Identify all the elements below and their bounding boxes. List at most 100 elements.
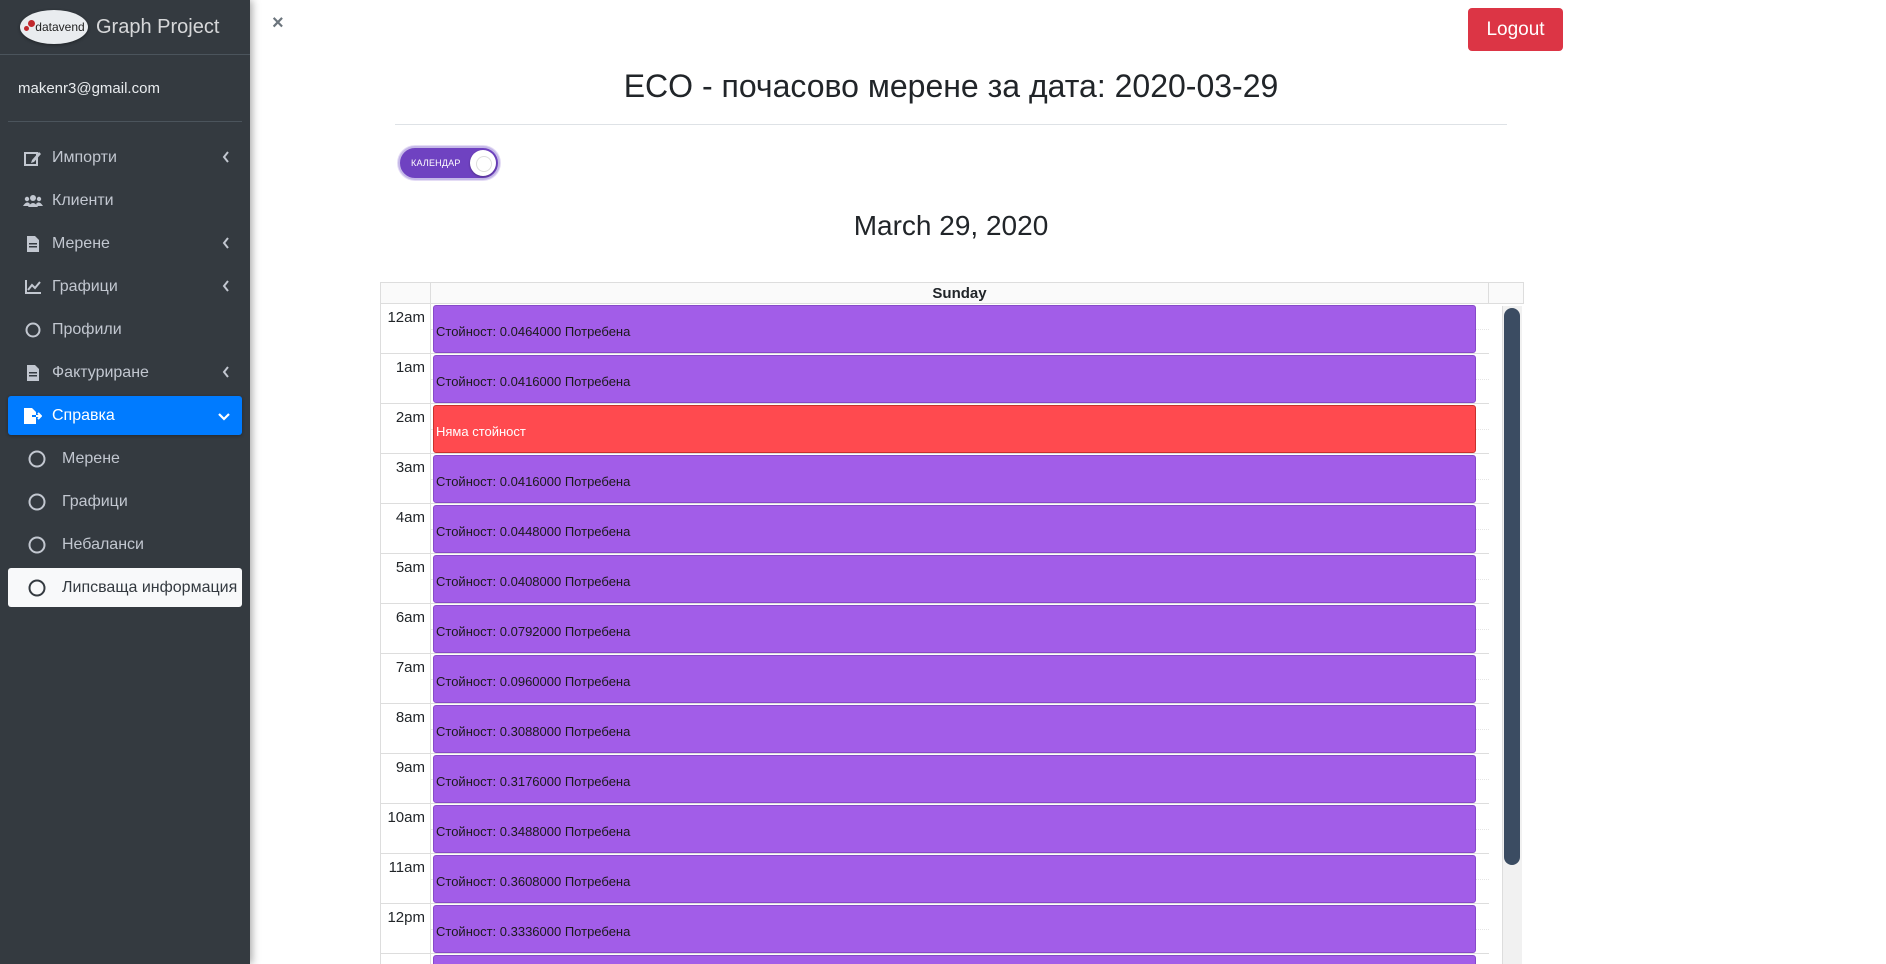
file-icon <box>22 364 44 381</box>
time-label: 2am <box>381 404 431 454</box>
line-chart-icon <box>22 279 44 294</box>
circle-icon <box>22 322 44 338</box>
time-axis-header <box>381 283 431 303</box>
sidebar-item-label: Мерене <box>52 234 110 252</box>
circle-icon <box>26 450 48 468</box>
time-slot: 1am Стойност: 0.0416000 Потребена <box>381 354 1489 404</box>
time-label: 11am <box>381 854 431 904</box>
calendar-header: Sunday <box>380 282 1524 304</box>
sidebar-subitem-missing-info[interactable]: Липсваща информация <box>8 568 242 607</box>
chevron-left-icon <box>222 279 230 297</box>
measurement-event[interactable]: Стойност: 0.0416000 Потребена <box>433 455 1476 503</box>
sidebar-subitem-label: Небаланси <box>62 535 144 553</box>
page-title: ECO - почасово мерене за дата: 2020-03-2… <box>623 68 1279 104</box>
time-label: 5am <box>381 554 431 604</box>
logo-dot <box>28 20 35 27</box>
calendar-date-heading: March 29, 2020 <box>853 210 1049 241</box>
sidebar-item-charts[interactable]: Графици <box>8 267 242 306</box>
time-slot: 12am Стойност: 0.0464000 Потребена <box>381 304 1489 354</box>
time-label: 12am <box>381 304 431 354</box>
sidebar: datavend Graph Project makenr3@gmail.com… <box>0 0 250 964</box>
sidebar-subitem-measurement[interactable]: Мерене <box>8 439 242 478</box>
time-slot: 2am Няма стойност <box>381 404 1489 454</box>
sidebar-item-measurement[interactable]: Мерене <box>8 224 242 263</box>
calendar-view-toggle[interactable]: КАЛЕНДАР <box>398 146 500 180</box>
chevron-left-icon <box>222 365 230 383</box>
measurement-event[interactable]: Стойност: 0.0792000 Потребена <box>433 605 1476 653</box>
sidebar-item-label: Справка <box>52 406 115 424</box>
file-icon <box>22 235 44 252</box>
time-label: 6am <box>381 604 431 654</box>
brand[interactable]: datavend Graph Project <box>0 0 250 55</box>
sidebar-item-imports[interactable]: Импорти <box>8 138 242 177</box>
measurement-event[interactable]: Стойност: 0.0448000 Потребена <box>433 505 1476 553</box>
scrollbar-thumb[interactable] <box>1504 308 1520 865</box>
sidebar-item-invoicing[interactable]: Фактуриране <box>8 353 242 392</box>
brand-title: Graph Project <box>96 15 220 38</box>
user-email[interactable]: makenr3@gmail.com <box>8 55 242 122</box>
sidebar-item-report[interactable]: Справка <box>8 396 242 435</box>
calendar-body[interactable]: 12am Стойност: 0.0464000 Потребена 1am Стой… <box>380 304 1524 964</box>
measurement-event[interactable]: Стойност: 0.0960000 Потребена <box>433 655 1476 703</box>
time-slot: 11am Стойност: 0.3608000 Потребена <box>381 854 1489 904</box>
measurement-event[interactable]: Стойност: 0.3488000 Потребена <box>433 805 1476 853</box>
sidebar-item-label: Профили <box>52 320 122 338</box>
time-label: 7am <box>381 654 431 704</box>
edit-icon <box>22 150 44 166</box>
time-slot: 3am Стойност: 0.0416000 Потребена <box>381 454 1489 504</box>
measurement-event[interactable]: Стойност: 0.3176000 Потребена <box>433 755 1476 803</box>
circle-icon <box>26 579 48 597</box>
time-slot: 8am Стойност: 0.3088000 Потребена <box>381 704 1489 754</box>
time-label: 1am <box>381 354 431 404</box>
sidebar-nav: Импорти Клиенти Мерене Графици Профили Ф… <box>0 138 250 607</box>
time-slot: 6am Стойност: 0.0792000 Потребена <box>381 604 1489 654</box>
time-slot: 4am Стойност: 0.0448000 Потребена <box>381 504 1489 554</box>
sidebar-item-clients[interactable]: Клиенти <box>8 181 242 220</box>
measurement-event[interactable]: Стойност: 0.3608000 Потребена <box>433 855 1476 903</box>
time-label: 9am <box>381 754 431 804</box>
sidebar-subitem-label: Мерене <box>62 449 120 467</box>
brand-logo: datavend <box>20 10 88 44</box>
close-icon[interactable]: × <box>272 12 284 35</box>
time-slot: 10am Стойност: 0.3488000 Потребена <box>381 804 1489 854</box>
chevron-left-icon <box>222 150 230 168</box>
sidebar-item-label: Клиенти <box>52 191 114 209</box>
sidebar-subitem-label: Липсваща информация <box>62 578 238 596</box>
circle-icon <box>26 536 48 554</box>
title-divider <box>395 124 1507 125</box>
time-slot: 7am Стойност: 0.0960000 Потребена <box>381 654 1489 704</box>
time-slot: 5am Стойност: 0.0408000 Потребена <box>381 554 1489 604</box>
measurement-event[interactable]: Стойност: 0.3336000 Потребена <box>433 905 1476 953</box>
sidebar-item-profiles[interactable]: Профили <box>8 310 242 349</box>
measurement-event[interactable]: Стойност: 0.0416000 Потребена <box>433 355 1476 403</box>
measurement-event[interactable]: Стойност: 0.0464000 Потребена <box>433 305 1476 353</box>
sidebar-item-label: Фактуриране <box>52 363 149 381</box>
time-label: 8am <box>381 704 431 754</box>
chevron-left-icon <box>222 236 230 254</box>
time-label: 3am <box>381 454 431 504</box>
time-label: 4am <box>381 504 431 554</box>
measurement-event[interactable] <box>433 955 1476 964</box>
measurement-event[interactable]: Стойност: 0.0408000 Потребена <box>433 555 1476 603</box>
time-slot <box>381 954 1489 964</box>
day-column-header: Sunday <box>431 283 1489 303</box>
toggle-label: КАЛЕНДАР <box>411 158 461 168</box>
circle-icon <box>26 493 48 511</box>
logout-button[interactable]: Logout <box>1468 8 1563 51</box>
time-label: 10am <box>381 804 431 854</box>
sidebar-item-label: Графици <box>52 277 118 295</box>
logo-dot <box>24 26 29 31</box>
sidebar-subitem-label: Графици <box>62 492 128 510</box>
measurement-event[interactable]: Стойност: 0.3088000 Потребена <box>433 705 1476 753</box>
sidebar-subitem-imbalances[interactable]: Небаланси <box>8 525 242 564</box>
time-slot: 12pm Стойност: 0.3336000 Потребена <box>381 904 1489 954</box>
sidebar-subitem-charts[interactable]: Графици <box>8 482 242 521</box>
time-label <box>381 954 431 964</box>
chevron-down-icon <box>218 408 230 426</box>
day-calendar: Sunday 12am Стойност: 0.0464000 Потребена… <box>380 282 1524 964</box>
users-icon <box>22 194 44 208</box>
time-label: 12pm <box>381 904 431 954</box>
missing-value-event[interactable]: Няма стойност <box>433 405 1476 453</box>
time-slot: 9am Стойност: 0.3176000 Потребена <box>381 754 1489 804</box>
toggle-knob <box>470 150 496 176</box>
